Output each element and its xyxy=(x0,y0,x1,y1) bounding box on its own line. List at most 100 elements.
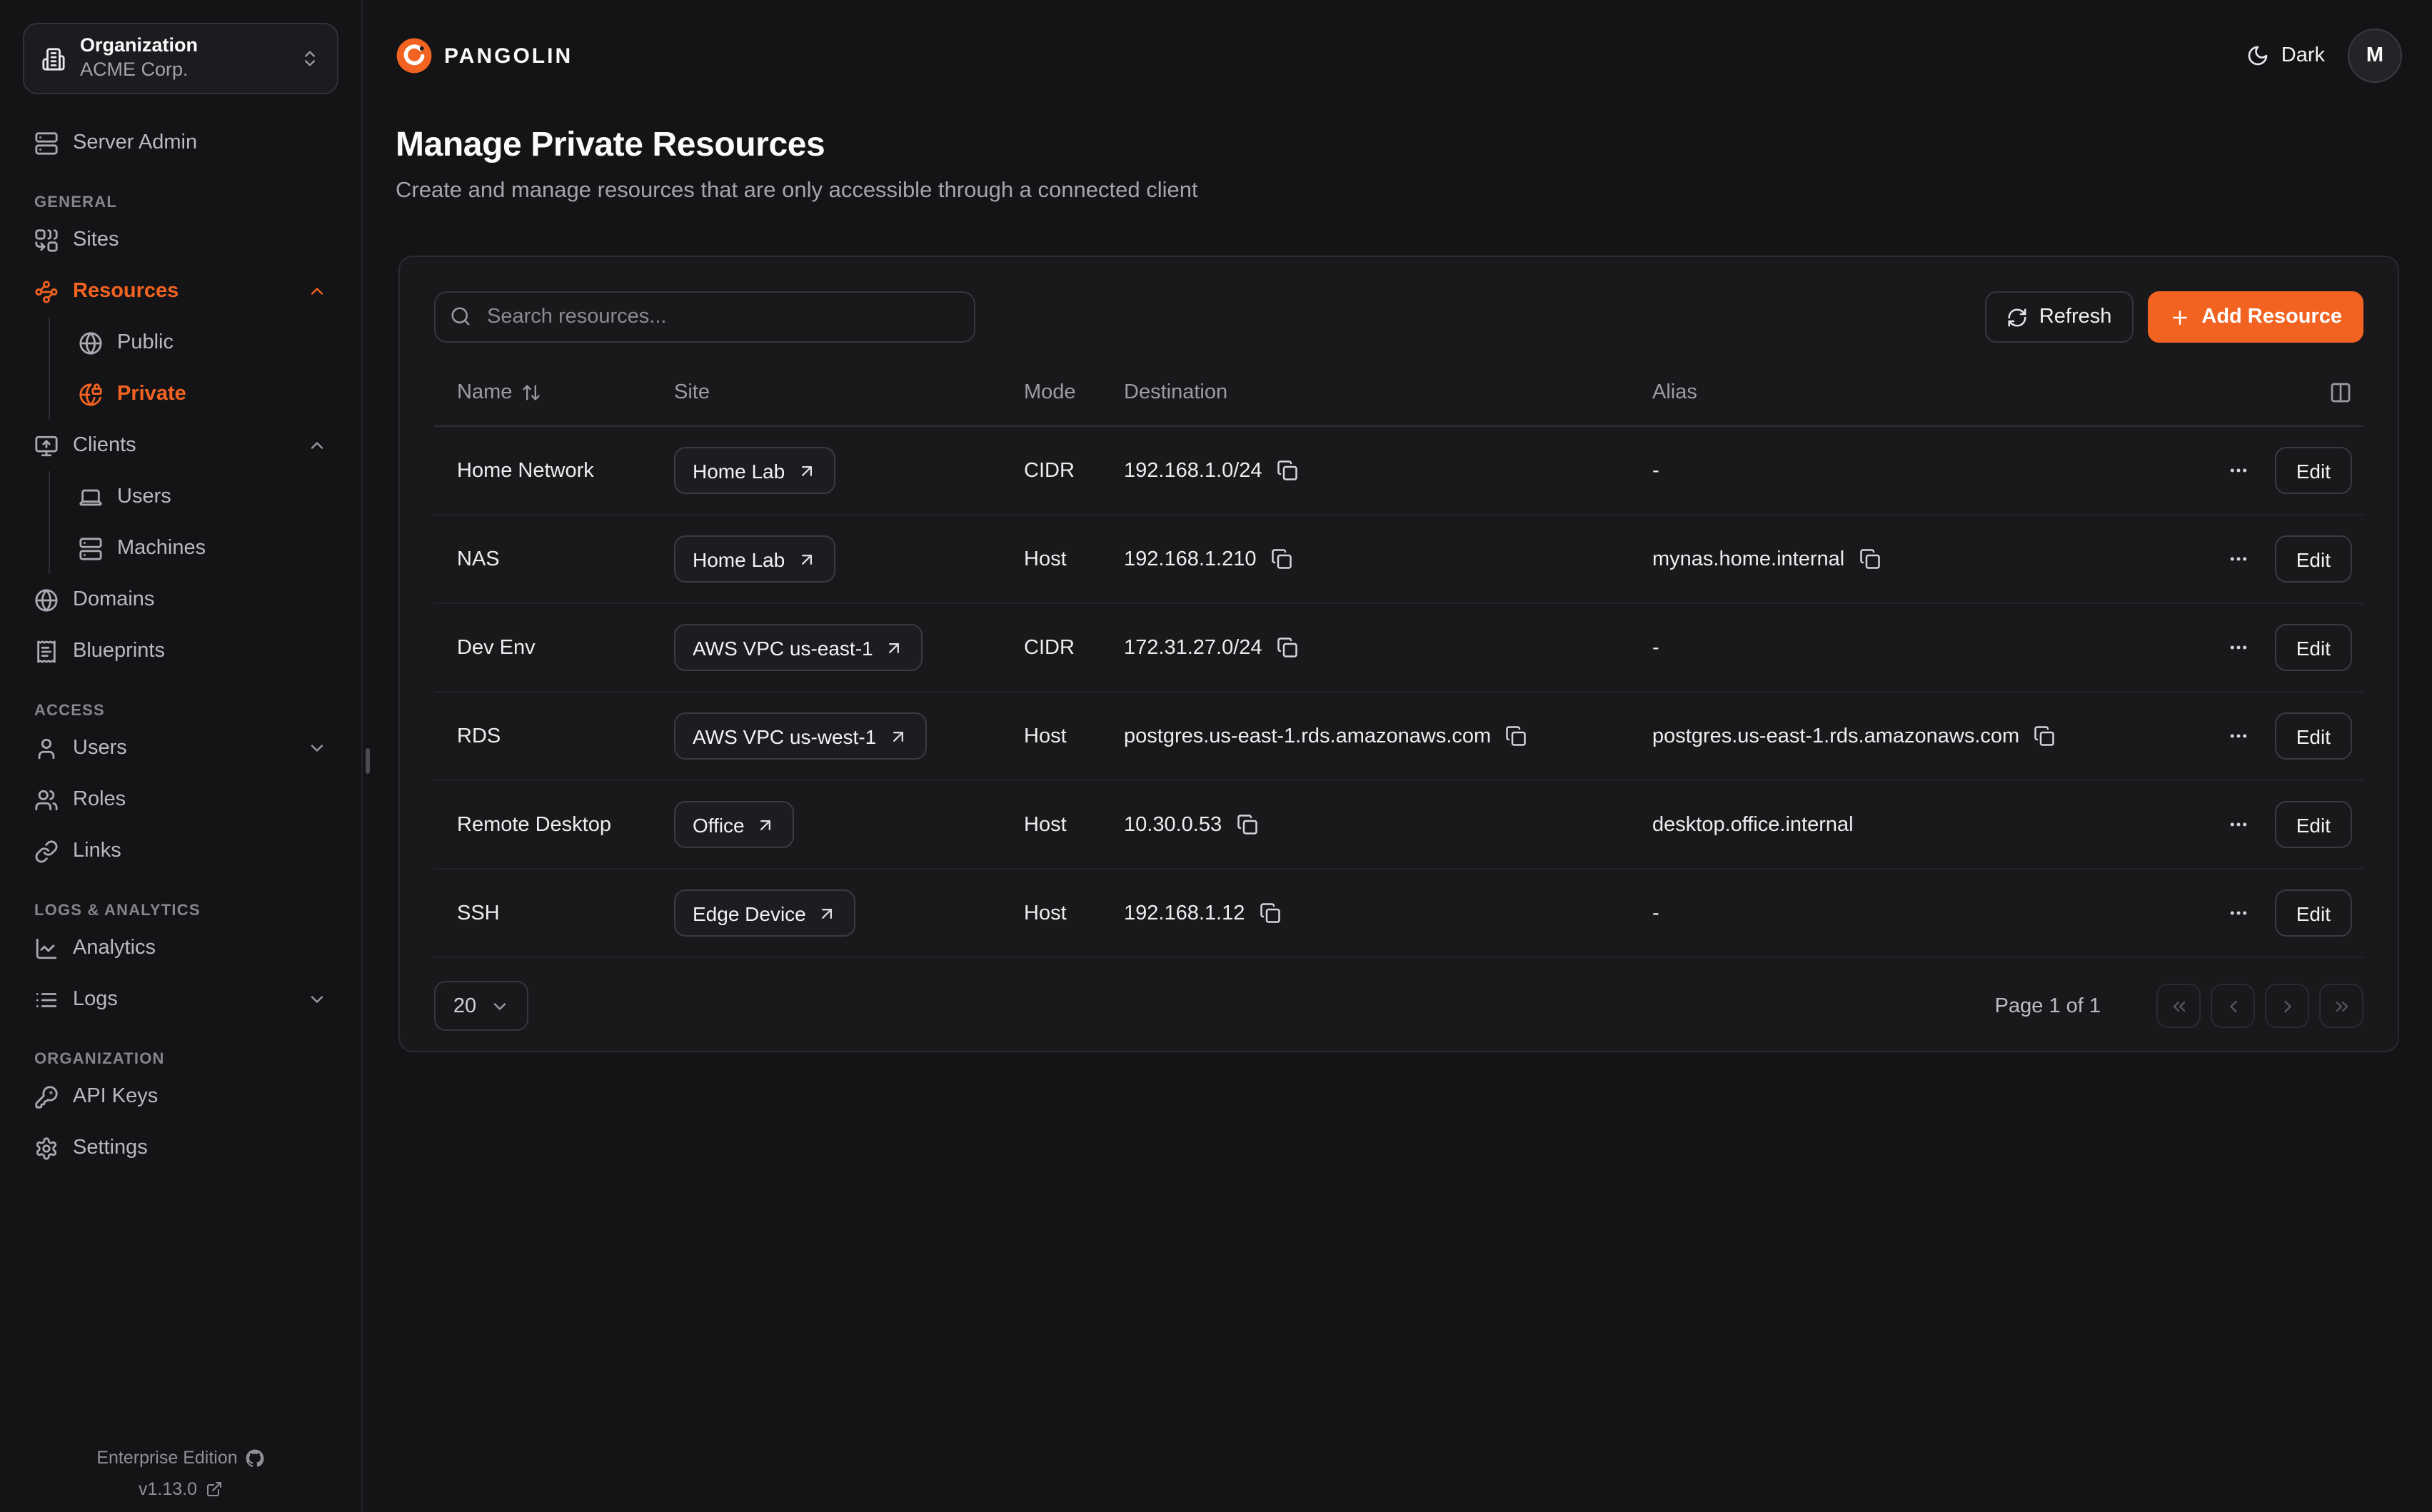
copy-button[interactable] xyxy=(1859,548,1880,570)
sidebar-item-sites[interactable]: Sites xyxy=(23,214,338,266)
site-link[interactable]: AWS VPC us-east-1 xyxy=(674,624,923,671)
user-icon xyxy=(34,736,59,760)
theme-toggle[interactable]: Dark xyxy=(2247,44,2325,67)
prev-page-button[interactable] xyxy=(2211,984,2255,1028)
site-link[interactable]: Home Lab xyxy=(674,447,835,494)
edit-button[interactable]: Edit xyxy=(2275,447,2352,494)
edit-button[interactable]: Edit xyxy=(2275,889,2352,937)
cell-name: Remote Desktop xyxy=(434,813,651,836)
column-header-name[interactable]: Name xyxy=(434,381,651,404)
brand-logo[interactable]: PANGOLIN xyxy=(396,37,573,74)
section-heading-organization: ORGANIZATION xyxy=(34,1051,327,1068)
cell-destination: postgres.us-east-1.rds.amazonaws.com xyxy=(1101,725,1629,747)
table-header: Name Site Mode Destination Alias xyxy=(434,360,2363,427)
row-menu-button[interactable] xyxy=(2228,637,2249,658)
external-link-icon xyxy=(206,1481,223,1498)
monitor-up-icon xyxy=(34,433,59,458)
sidebar-item-private[interactable]: Private xyxy=(67,368,338,420)
copy-button[interactable] xyxy=(1259,902,1280,924)
page-size-value: 20 xyxy=(453,994,476,1017)
org-selector-text: Organization ACME Corp. xyxy=(80,34,286,83)
section-heading-access: ACCESS xyxy=(34,702,327,720)
ellipsis-icon xyxy=(2228,637,2249,658)
cell-destination: 172.31.27.0/24 xyxy=(1101,636,1629,659)
sidebar-item-blueprints[interactable]: Blueprints xyxy=(23,625,338,677)
copy-button[interactable] xyxy=(2034,725,2055,747)
avatar[interactable]: M xyxy=(2348,29,2402,83)
page-status: Page 1 of 1 xyxy=(1995,994,2101,1017)
sidebar-item-label: Logs xyxy=(73,988,118,1011)
copy-button[interactable] xyxy=(1505,725,1527,747)
first-page-button[interactable] xyxy=(2156,984,2201,1028)
copy-icon xyxy=(1505,725,1527,747)
sidebar-item-label: API Keys xyxy=(73,1085,158,1108)
sidebar-item-roles[interactable]: Roles xyxy=(23,774,338,825)
site-link[interactable]: Office xyxy=(674,801,795,848)
refresh-button[interactable]: Refresh xyxy=(1985,291,2134,343)
sidebar-item-users[interactable]: Users xyxy=(23,722,338,774)
sidebar-item-settings[interactable]: Settings xyxy=(23,1122,338,1174)
sidebar-item-client-users[interactable]: Users xyxy=(67,471,338,523)
page-size-select[interactable]: 20 xyxy=(434,981,528,1031)
sidebar-item-machines[interactable]: Machines xyxy=(67,523,338,574)
row-menu-button[interactable] xyxy=(2228,725,2249,747)
sidebar-item-clients[interactable]: Clients xyxy=(23,420,338,471)
org-label: Organization xyxy=(80,34,286,59)
edit-button[interactable]: Edit xyxy=(2275,712,2352,760)
arrow-up-right-icon xyxy=(796,460,816,480)
org-selector[interactable]: Organization ACME Corp. xyxy=(23,23,338,94)
cell-name: NAS xyxy=(434,548,651,570)
gear-icon xyxy=(34,1136,59,1160)
search-box xyxy=(434,291,975,343)
copy-button[interactable] xyxy=(1277,460,1298,481)
table-row: Dev Env AWS VPC us-east-1 CIDR 172.31.27… xyxy=(434,604,2363,692)
site-link[interactable]: Home Lab xyxy=(674,535,835,583)
column-header-alias: Alias xyxy=(1629,381,2192,404)
globe-lock-icon xyxy=(79,382,103,406)
sidebar-item-api-keys[interactable]: API Keys xyxy=(23,1071,338,1122)
sidebar-item-analytics[interactable]: Analytics xyxy=(23,922,338,974)
column-toggle-button[interactable] xyxy=(2329,381,2352,404)
chevrons-right-icon xyxy=(2331,996,2351,1016)
sidebar-nav: Server Admin GENERAL Sites Resources Pub… xyxy=(23,117,338,1174)
copy-button[interactable] xyxy=(1277,637,1298,658)
sidebar-item-label: Machines xyxy=(117,537,206,560)
edit-button[interactable]: Edit xyxy=(2275,535,2352,583)
brand-name: PANGOLIN xyxy=(444,44,573,68)
sidebar-item-label: Public xyxy=(117,331,174,354)
sidebar-scrollbar-thumb[interactable] xyxy=(366,748,370,774)
pangolin-logo-icon xyxy=(396,37,433,74)
sidebar-item-logs[interactable]: Logs xyxy=(23,974,338,1025)
site-link[interactable]: Edge Device xyxy=(674,889,856,937)
row-menu-button[interactable] xyxy=(2228,814,2249,835)
add-resource-button[interactable]: Add Resource xyxy=(2147,291,2363,343)
edit-button[interactable]: Edit xyxy=(2275,801,2352,848)
chevron-up-icon xyxy=(307,281,327,301)
sidebar-item-links[interactable]: Links xyxy=(23,825,338,877)
link-icon xyxy=(34,839,59,863)
edition-row[interactable]: Enterprise Edition xyxy=(0,1448,361,1467)
avatar-initial: M xyxy=(2366,44,2383,67)
row-menu-button[interactable] xyxy=(2228,902,2249,924)
sidebar-item-public[interactable]: Public xyxy=(67,317,338,368)
arrow-up-right-icon xyxy=(818,903,838,923)
version-row[interactable]: v1.13.0 xyxy=(0,1480,361,1498)
site-link[interactable]: AWS VPC us-west-1 xyxy=(674,712,926,760)
sidebar-item-resources[interactable]: Resources xyxy=(23,266,338,317)
edit-button[interactable]: Edit xyxy=(2275,624,2352,671)
copy-button[interactable] xyxy=(1270,548,1292,570)
ellipsis-icon xyxy=(2228,548,2249,570)
cell-name: SSH xyxy=(434,902,651,924)
cell-name: Dev Env xyxy=(434,636,651,659)
sidebar-item-domains[interactable]: Domains xyxy=(23,574,338,625)
search-input[interactable] xyxy=(434,291,975,343)
column-header-mode: Mode xyxy=(1001,381,1101,404)
sidebar-item-server-admin[interactable]: Server Admin xyxy=(23,117,338,168)
arrow-up-right-icon xyxy=(756,815,776,835)
last-page-button[interactable] xyxy=(2319,984,2363,1028)
row-menu-button[interactable] xyxy=(2228,460,2249,481)
copy-button[interactable] xyxy=(1236,814,1257,835)
next-page-button[interactable] xyxy=(2265,984,2309,1028)
row-menu-button[interactable] xyxy=(2228,548,2249,570)
sidebar-item-label: Blueprints xyxy=(73,640,165,662)
